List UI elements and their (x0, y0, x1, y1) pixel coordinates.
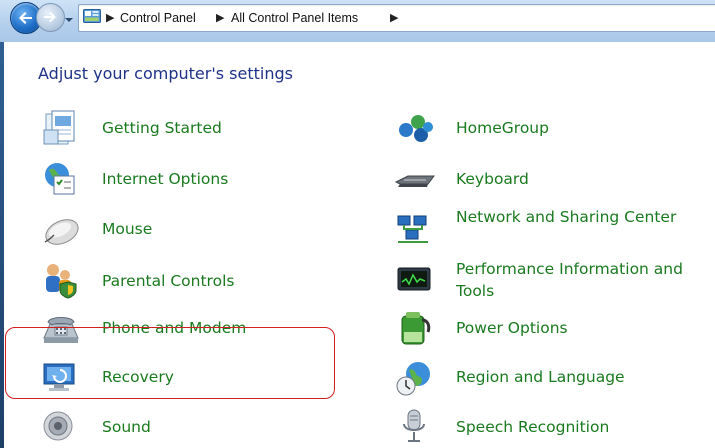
back-arrow-icon (19, 12, 32, 24)
power-options-icon (401, 312, 431, 345)
sound-icon (43, 411, 73, 441)
item-label[interactable]: Speech Recognition (456, 416, 609, 438)
breadcrumb-separator[interactable]: ▶ (106, 12, 114, 24)
network-sharing-icon (397, 215, 428, 243)
item-label[interactable]: Keyboard (456, 168, 529, 190)
region-language-icon (396, 362, 430, 396)
item-label[interactable]: Getting Started (102, 117, 222, 139)
microphone-icon (403, 409, 425, 442)
page-title: Adjust your computer's settings (38, 64, 293, 83)
control-panel-window: ▶ Control Panel ▶ All Control Panel Item… (0, 0, 715, 448)
internet-options-icon (45, 163, 75, 195)
control-panel-icon (83, 9, 101, 23)
homegroup-icon (399, 115, 433, 142)
item-label[interactable]: Network and Sharing Center (456, 206, 715, 228)
getting-started-icon (43, 110, 75, 145)
address-bar[interactable]: ▶ Control Panel ▶ All Control Panel Item… (78, 4, 715, 32)
keyboard-icon (394, 175, 435, 187)
content-area: Adjust your computer's settings Getting … (4, 42, 715, 448)
forward-arrow-icon (44, 11, 56, 23)
parental-controls-icon (46, 264, 77, 299)
item-label[interactable]: Parental Controls (102, 270, 234, 292)
breadcrumb-all-items[interactable]: All Control Panel Items (231, 10, 358, 26)
forward-button[interactable] (36, 3, 65, 32)
item-label[interactable]: Performance Information and Tools (456, 258, 715, 302)
breadcrumb-control-panel[interactable]: Control Panel (120, 10, 196, 26)
item-label[interactable]: Region and Language (456, 366, 625, 388)
navigation-bar: ▶ Control Panel ▶ All Control Panel Item… (0, 0, 715, 42)
recent-pages-dropdown[interactable] (64, 10, 74, 22)
performance-icon (397, 267, 431, 291)
highlight-annotation (5, 327, 335, 399)
breadcrumb-separator[interactable]: ▶ (390, 12, 398, 24)
item-label[interactable]: Sound (102, 416, 151, 438)
item-label[interactable]: HomeGroup (456, 117, 549, 139)
item-label[interactable]: Power Options (456, 317, 568, 339)
mouse-icon (44, 219, 79, 245)
item-label[interactable]: Internet Options (102, 168, 228, 190)
item-label[interactable]: Mouse (102, 218, 152, 240)
chevron-down-icon (65, 18, 73, 22)
breadcrumb-separator[interactable]: ▶ (216, 12, 224, 24)
